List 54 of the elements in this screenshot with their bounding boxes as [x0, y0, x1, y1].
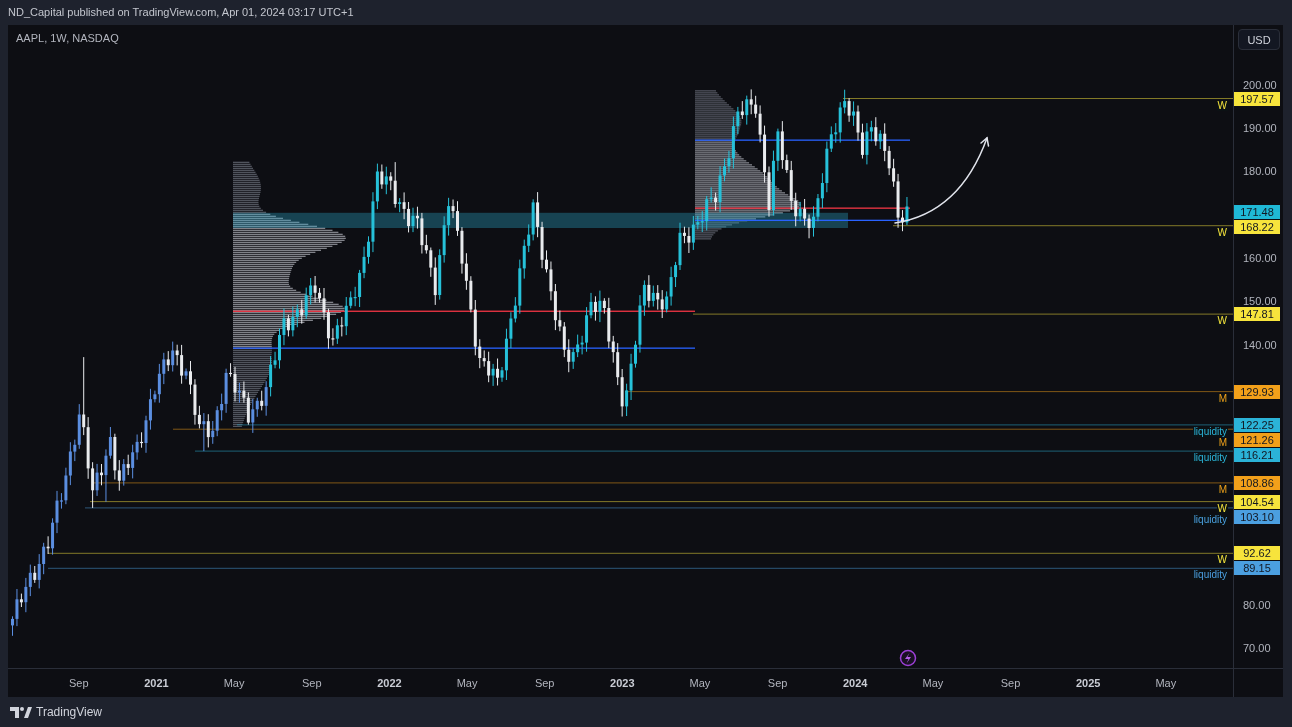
time-tick-label: Sep [69, 677, 89, 689]
time-tick-label: May [223, 677, 245, 689]
time-tick-label: Sep [1000, 677, 1021, 689]
last-price-tag: 171.48 [1234, 204, 1280, 219]
brand-link[interactable]: TradingView [10, 705, 103, 719]
price-tag: 121.26 [1234, 432, 1280, 447]
time-tick-label: 2022 [377, 677, 402, 689]
price-tick-label: 140.00 [1243, 340, 1277, 350]
publisher-caption: ND_Capital published on TradingView.com, Apr 01, 2024 03:17 UTC+1 [8, 6, 354, 19]
time-tick-label: 2021 [144, 677, 169, 689]
time-tick-label: Sep [301, 677, 322, 689]
price-tag: 92.62 [1234, 546, 1280, 561]
level-note: W [1216, 555, 1228, 566]
currency-button[interactable]: USD [1238, 29, 1280, 50]
time-tick-label: May [1155, 677, 1177, 689]
price-tick-label: 200.00 [1243, 80, 1277, 90]
price-tag: 122.25 [1234, 417, 1280, 432]
time-tick-label: 2023 [610, 677, 635, 689]
level-note: liquidity [1192, 453, 1228, 464]
price-tick-label: 180.00 [1243, 167, 1277, 177]
level-note: W [1216, 227, 1228, 238]
price-tag: 103.10 [1234, 509, 1280, 524]
time-tick-label: May [689, 677, 711, 689]
price-tick-label: 160.00 [1243, 253, 1277, 263]
price-tag: 108.86 [1234, 475, 1280, 490]
price-tag: 197.57 [1234, 91, 1280, 106]
symbol-caption: AAPL, 1W, NASDAQ [16, 32, 119, 44]
price-tick-label: 70.00 [1243, 643, 1271, 653]
time-tick-label: May [922, 677, 944, 689]
level-note: M [1217, 484, 1228, 495]
price-tick-label: 190.00 [1243, 123, 1277, 133]
brand-logo-icon [10, 706, 32, 718]
price-tick-label: 80.00 [1243, 600, 1271, 610]
level-note: M [1217, 437, 1228, 448]
time-tick-label: Sep [767, 677, 788, 689]
price-tag: 129.93 [1234, 384, 1280, 399]
lightning-icon[interactable] [899, 649, 917, 667]
level-note: liquidity [1192, 514, 1228, 525]
time-tick-label: 2024 [843, 677, 868, 689]
price-tag: 89.15 [1234, 561, 1280, 576]
price-tag: 147.81 [1234, 307, 1280, 322]
time-tick-label: Sep [534, 677, 555, 689]
price-tag: 168.22 [1234, 219, 1280, 234]
level-note: M [1217, 393, 1228, 404]
level-note: liquidity [1192, 570, 1228, 581]
level-note: W [1216, 503, 1228, 514]
price-tick-label: 150.00 [1243, 297, 1277, 307]
price-tag: 116.21 [1234, 447, 1280, 462]
level-note: liquidity [1192, 426, 1228, 437]
level-note: W [1216, 100, 1228, 111]
time-tick-label: 2025 [1075, 677, 1101, 689]
price-tag: 104.54 [1234, 494, 1280, 509]
level-note: W [1216, 316, 1228, 327]
time-tick-label: May [456, 677, 478, 689]
